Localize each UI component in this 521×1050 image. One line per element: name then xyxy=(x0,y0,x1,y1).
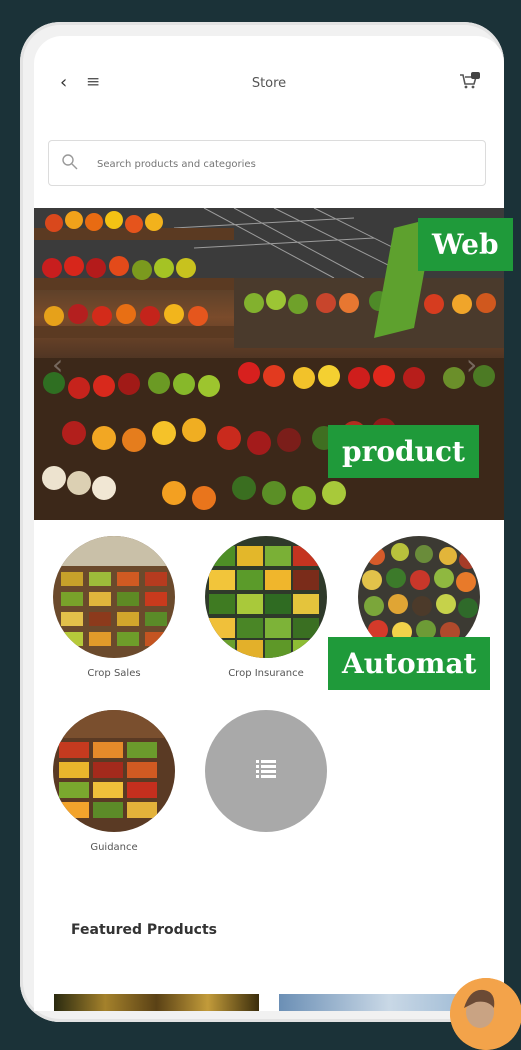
category-more[interactable] xyxy=(205,710,327,842)
category-crop-sales[interactable]: Crop Sales xyxy=(53,536,175,679)
more-categories-button[interactable] xyxy=(205,710,327,832)
next-arrow-icon[interactable]: › xyxy=(466,348,477,381)
cart-icon[interactable] xyxy=(459,72,481,90)
category-label: Crop Insurance xyxy=(228,668,304,679)
prev-arrow-icon[interactable]: ‹ xyxy=(52,348,63,381)
featured-product-card[interactable] xyxy=(54,994,259,1011)
top-bar: ‹ ≡ Store xyxy=(34,36,504,126)
search-bar[interactable] xyxy=(48,140,486,186)
app-screen: ‹ ≡ Store Search products and categories… xyxy=(34,36,504,1011)
category-guidance[interactable]: Guidance xyxy=(53,710,175,853)
search-input[interactable] xyxy=(95,153,459,175)
search-icon xyxy=(61,153,79,171)
overlay-label-automat: Automat xyxy=(328,637,491,690)
page-title: Store xyxy=(251,76,287,91)
phone-frame: ‹ ≡ Store Search products and categories… xyxy=(20,22,504,1022)
overlay-label-product: product xyxy=(328,425,479,478)
overlay-label-web: Web xyxy=(418,218,513,271)
category-label: Crop Sales xyxy=(87,668,141,679)
category-image xyxy=(205,536,327,658)
list-icon xyxy=(256,760,276,782)
category-crop-insurance[interactable]: Crop Insurance xyxy=(205,536,327,679)
chat-avatar[interactable] xyxy=(450,978,521,1050)
category-image xyxy=(53,536,175,658)
category-image xyxy=(53,710,175,832)
featured-products-title: Featured Products xyxy=(71,922,217,938)
category-label: Guidance xyxy=(90,842,138,853)
